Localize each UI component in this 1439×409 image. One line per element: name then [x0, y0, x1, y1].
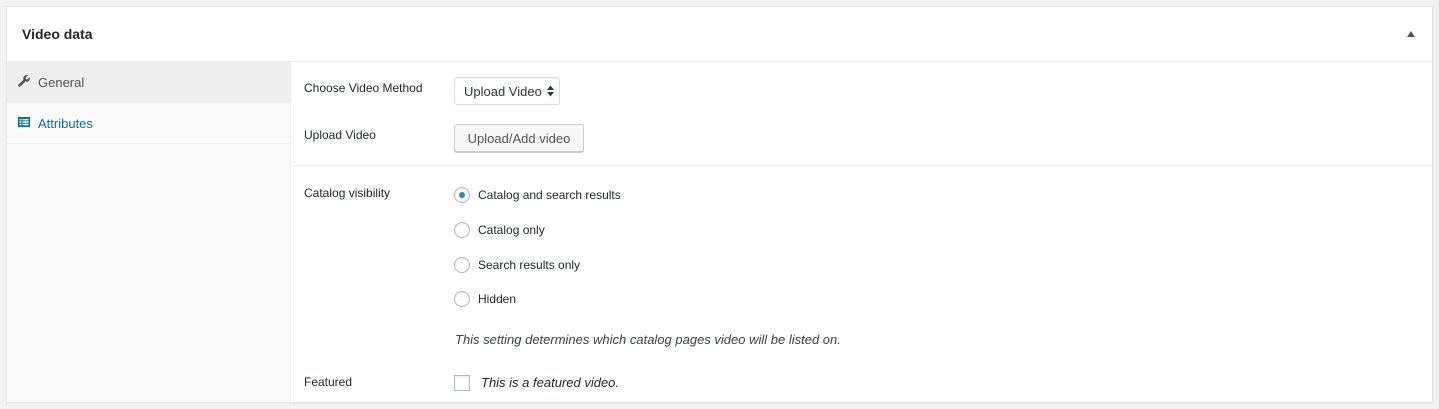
radio-catalog-only[interactable]: [454, 222, 470, 238]
radio-hidden[interactable]: [454, 291, 470, 307]
tab-attributes-label: Attributes: [38, 116, 93, 131]
catalog-visibility-label: Catalog visibility: [304, 186, 391, 200]
featured-checkbox-label[interactable]: This is a featured video.: [481, 375, 619, 390]
radio-label: Catalog only: [478, 223, 545, 237]
featured-checkbox[interactable]: [454, 375, 470, 391]
tab-attributes[interactable]: Attributes: [7, 103, 290, 144]
catalog-visibility-description: This setting determines which catalog pa…: [455, 332, 841, 347]
visibility-option-catalog-only[interactable]: Catalog only: [454, 221, 545, 239]
radio-search-only[interactable]: [454, 257, 470, 273]
upload-video-label: Upload Video: [304, 128, 376, 142]
triangle-up-icon[interactable]: [1404, 27, 1418, 41]
list-view-icon: [18, 116, 30, 128]
wrench-icon: [18, 75, 30, 87]
visibility-option-hidden[interactable]: Hidden: [454, 290, 516, 308]
video-method-selected-value: Upload Video: [464, 84, 542, 99]
radio-label: Hidden: [478, 292, 517, 306]
metabox-header[interactable]: Video data: [7, 7, 1432, 62]
featured-label: Featured: [304, 375, 353, 389]
tabs-sidebar: General Attributes: [7, 62, 291, 402]
radio-label: Catalog and search results: [478, 188, 621, 202]
video-data-metabox: Video data General Attributes Choose Vid…: [6, 6, 1433, 403]
video-method-select[interactable]: Upload Video: [454, 77, 560, 105]
video-method-label: Choose Video Method: [304, 81, 423, 95]
radio-label: Search results only: [478, 258, 581, 272]
visibility-option-search-only[interactable]: Search results only: [454, 256, 580, 274]
select-arrows-icon: [547, 85, 554, 97]
upload-add-video-button[interactable]: Upload/Add video: [454, 124, 584, 152]
radio-catalog-and-search[interactable]: [454, 187, 470, 203]
visibility-option-catalog-and-search[interactable]: Catalog and search results: [454, 186, 621, 204]
tab-general-label: General: [38, 75, 85, 90]
video-method-group: Choose Video Method Upload Video Upload …: [292, 62, 1432, 166]
metabox-title: Video data: [22, 26, 93, 42]
tab-general[interactable]: General: [7, 62, 290, 103]
general-panel: Choose Video Method Upload Video Upload …: [292, 62, 1432, 402]
